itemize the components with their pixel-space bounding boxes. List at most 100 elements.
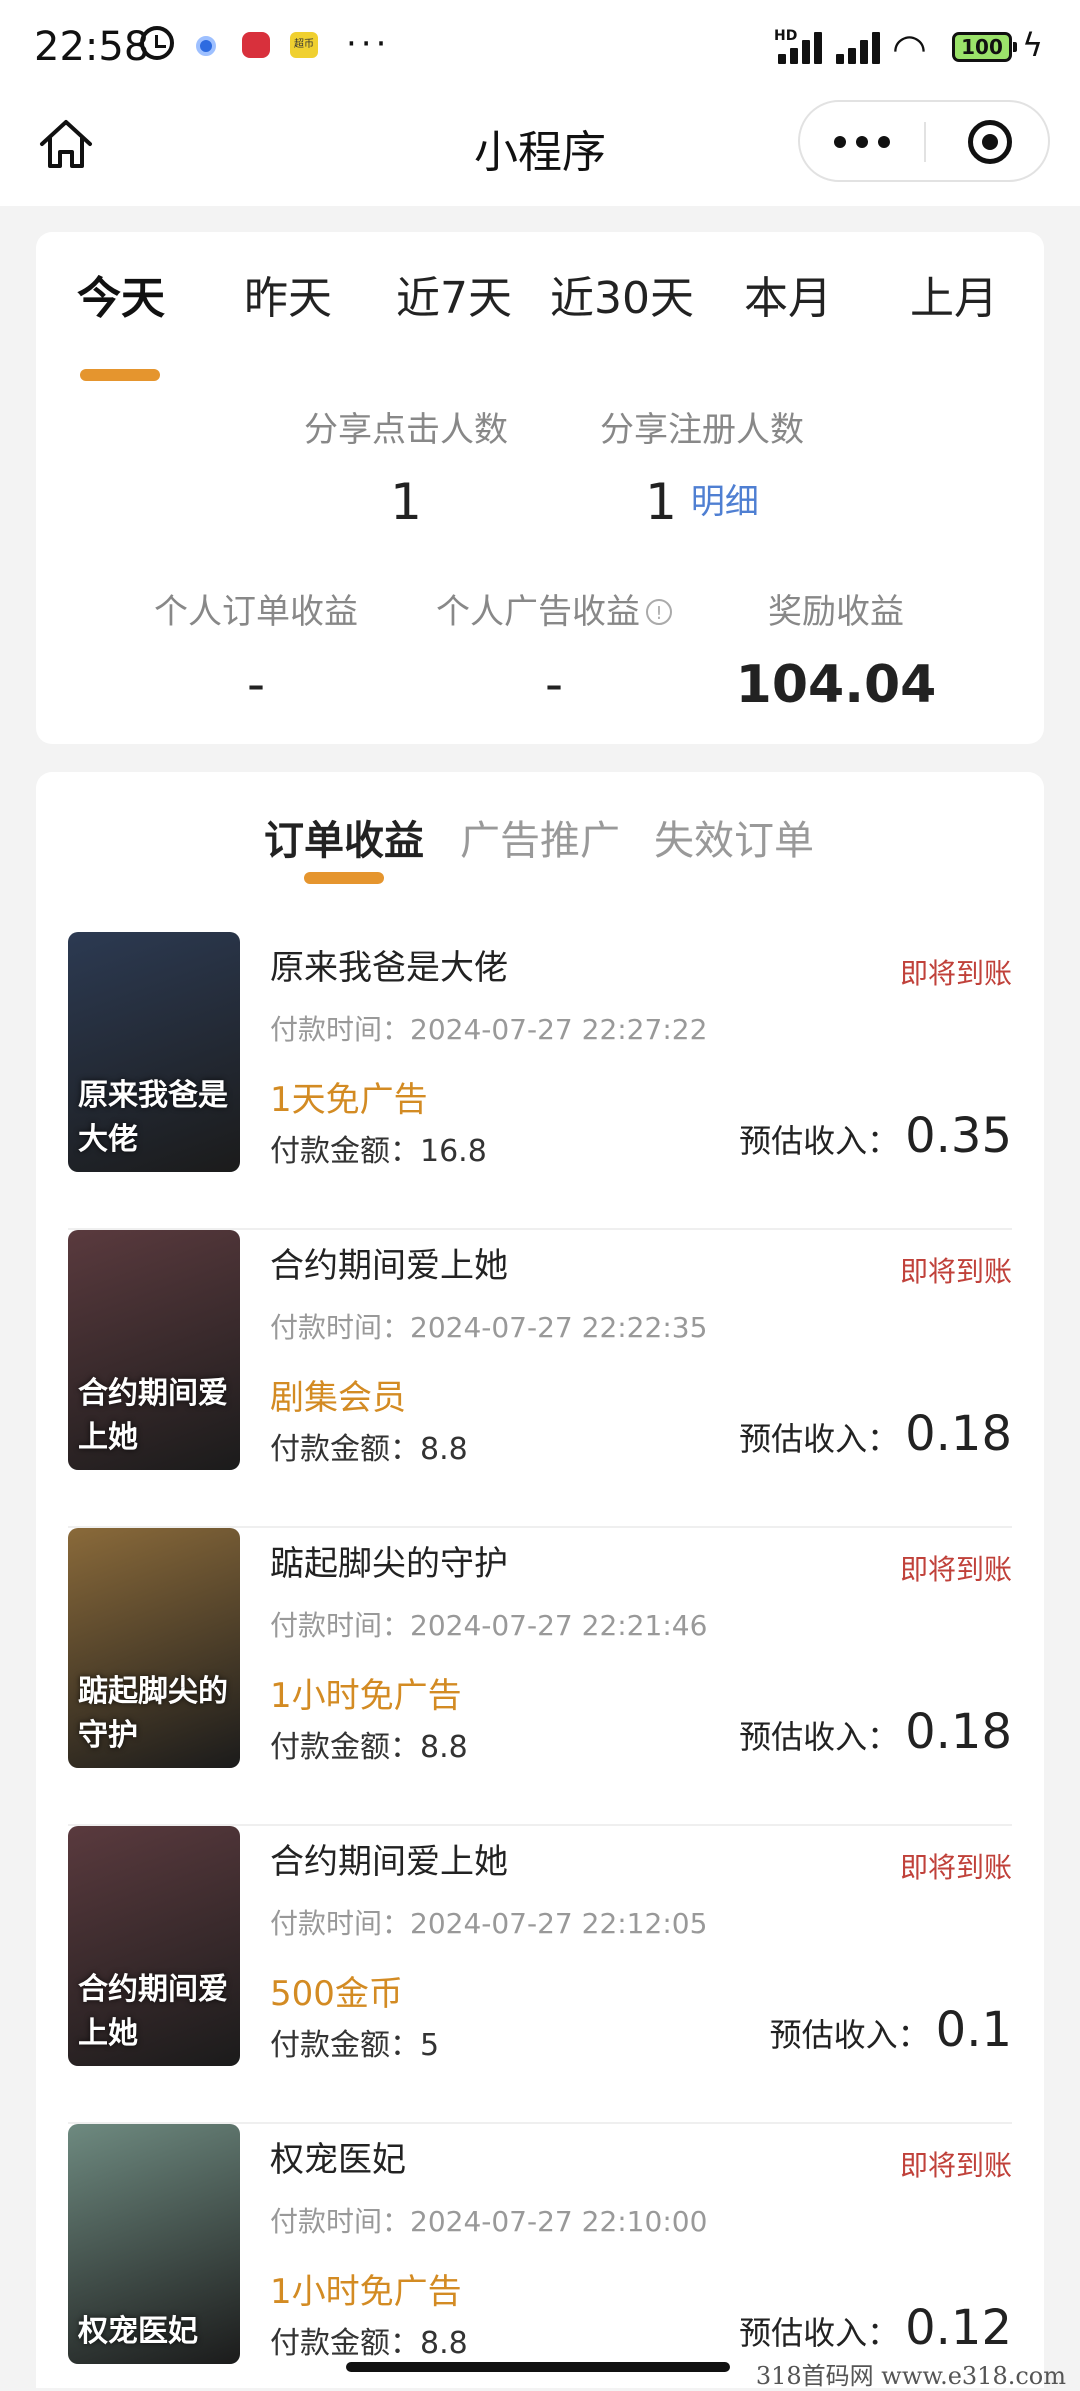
- detail-link[interactable]: 明细: [691, 482, 759, 522]
- share-click-stat: 分享点击人数 1: [286, 402, 526, 531]
- tab-last-month[interactable]: 上月: [874, 262, 1034, 326]
- tab-today[interactable]: 今天: [41, 262, 201, 326]
- estimated-income-value: 0.12: [905, 2300, 1012, 2356]
- personal-order-stat: 个人订单收益 -: [136, 584, 376, 713]
- estimated-income: 预估收入： 0.18: [739, 1704, 1012, 1760]
- share-register-value: 1: [645, 473, 677, 531]
- payment-time: 付款时间：2024-07-27 22:12:05: [270, 1907, 708, 1940]
- reward-value: 104.04: [735, 655, 937, 715]
- poster-title: 合约期间爱上她: [78, 1376, 228, 1455]
- estimated-income-label: 预估收入：: [739, 1122, 900, 1160]
- drama-poster[interactable]: 权宠医妃: [68, 2124, 240, 2364]
- estimated-income-label: 预估收入：: [739, 1420, 900, 1458]
- order-status: 即将到账: [899, 2149, 1012, 2182]
- payment-amount: 付款金额：16.8: [270, 1134, 487, 1169]
- drama-poster[interactable]: 踮起脚尖的守护: [68, 1528, 240, 1768]
- order-item[interactable]: 合约期间爱上她 合约期间爱上她 即将到账 付款时间：2024-07-27 22:12:…: [36, 1826, 1044, 2124]
- nav-bar: 小程序: [0, 96, 1080, 206]
- estimated-income-label: 预估收入：: [739, 2314, 900, 2352]
- drama-poster[interactable]: 合约期间爱上她: [68, 1826, 240, 2066]
- more-notifications-icon: ···: [346, 24, 391, 64]
- tab-yesterday[interactable]: 昨天: [208, 262, 368, 326]
- close-miniprogram-button[interactable]: [968, 120, 1012, 164]
- order-status: 即将到账: [899, 1553, 1012, 1586]
- product-tag: 剧集会员: [270, 1378, 406, 1418]
- tab-last-7-days[interactable]: 近7天: [374, 262, 534, 326]
- tab-order-earnings[interactable]: 订单收益: [264, 808, 424, 866]
- estimated-income: 预估收入： 0.18: [739, 1406, 1012, 1462]
- reward-stat: 奖励收益 104.04: [716, 584, 956, 715]
- estimated-income: 预估收入： 0.1: [770, 2002, 1012, 2058]
- share-register-stat: 分享注册人数 1 明细: [582, 402, 822, 531]
- share-click-value: 1: [390, 473, 422, 531]
- order-item[interactable]: 踮起脚尖的守护 踮起脚尖的守护 即将到账 付款时间：2024-07-27 22:21:…: [36, 1528, 1044, 1826]
- payment-amount: 付款金额：5: [270, 2028, 440, 2063]
- tab-this-month[interactable]: 本月: [708, 262, 868, 326]
- tab-last-30-days[interactable]: 近30天: [542, 262, 702, 326]
- payment-time: 付款时间：2024-07-27 22:21:46: [270, 1609, 708, 1642]
- app-notification-icon: [196, 36, 216, 56]
- poster-title: 原来我爸是大佬: [78, 1078, 228, 1157]
- capsule-divider: [924, 122, 926, 162]
- tab-invalid-orders[interactable]: 失效订单: [654, 808, 814, 866]
- tab-ad-promotion[interactable]: 广告推广: [460, 808, 620, 866]
- order-item[interactable]: 合约期间爱上她 合约期间爱上她 即将到账 付款时间：2024-07-27 22:22:…: [36, 1230, 1044, 1528]
- battery-icon: 100: [952, 32, 1017, 62]
- status-bar: 22:58 超币 ··· HD ◠ 100 ϟ: [0, 0, 1080, 96]
- signal-icon: [778, 30, 830, 64]
- app-notification-icon: 超币: [290, 32, 318, 58]
- order-item[interactable]: 权宠医妃 权宠医妃 即将到账 付款时间：2024-07-27 22:10:00 1小时免…: [36, 2124, 1044, 2388]
- stats-card: 今天 昨天 近7天 近30天 本月 上月 分享点击人数 1 分享注册人数 1 明细…: [36, 232, 1044, 744]
- estimated-income-value: 0.18: [905, 1704, 1012, 1760]
- period-tabs: 今天 昨天 近7天 近30天 本月 上月: [36, 262, 1044, 381]
- order-tabs: 订单收益 广告推广 失效订单: [36, 808, 1044, 888]
- personal-order-value: -: [246, 655, 266, 713]
- poster-title: 合约期间爱上她: [78, 1972, 228, 2051]
- miniprogram-capsule: [798, 100, 1050, 182]
- payment-amount: 付款金额：8.8: [270, 1432, 468, 1467]
- estimated-income-value: 0.18: [905, 1406, 1012, 1462]
- product-tag: 1天免广告: [270, 1080, 428, 1120]
- product-tag: 500金币: [270, 1974, 403, 2014]
- drama-poster[interactable]: 合约期间爱上她: [68, 1230, 240, 1470]
- app-notification-icon: [242, 32, 270, 58]
- active-order-tab-indicator: [304, 872, 384, 884]
- estimated-income-value: 0.35: [905, 1108, 1012, 1164]
- more-menu-button[interactable]: [800, 102, 924, 180]
- poster-title: 踮起脚尖的守护: [78, 1674, 228, 1753]
- estimated-income-value: 0.1: [935, 2002, 1012, 2058]
- order-title: 合约期间爱上她: [270, 1246, 508, 1286]
- estimated-income-label: 预估收入：: [769, 2016, 930, 2054]
- estimated-income-label: 预估收入：: [739, 1718, 900, 1756]
- reward-label: 奖励收益: [768, 592, 904, 632]
- orders-card: 订单收益 广告推广 失效订单 原来我爸是大佬 原来我爸是大佬 即将到账 付款时间：20…: [36, 772, 1044, 2388]
- product-tag: 1小时免广告: [270, 1676, 462, 1716]
- personal-ad-value: -: [544, 655, 564, 713]
- order-item[interactable]: 原来我爸是大佬 原来我爸是大佬 即将到账 付款时间：2024-07-27 22:27:…: [36, 932, 1044, 1230]
- order-status: 即将到账: [899, 1255, 1012, 1288]
- personal-ad-label: 个人广告收益: [436, 592, 640, 632]
- personal-ad-stat: 个人广告收益! -: [414, 584, 694, 713]
- active-tab-indicator: [80, 369, 160, 381]
- charging-icon: ϟ: [1022, 26, 1044, 64]
- share-register-label: 分享注册人数: [600, 410, 804, 450]
- order-status: 即将到账: [899, 1851, 1012, 1884]
- home-indicator[interactable]: [346, 2362, 730, 2372]
- status-time: 22:58: [34, 24, 150, 70]
- estimated-income: 预估收入： 0.35: [739, 1108, 1012, 1164]
- order-title: 原来我爸是大佬: [270, 948, 508, 988]
- drama-poster[interactable]: 原来我爸是大佬: [68, 932, 240, 1172]
- signal-icon: [836, 30, 888, 64]
- wifi-icon: ◠: [892, 26, 927, 72]
- payment-time: 付款时间：2024-07-27 22:10:00: [270, 2205, 708, 2238]
- alarm-icon: [140, 26, 174, 60]
- payment-time: 付款时间：2024-07-27 22:22:35: [270, 1311, 708, 1344]
- share-click-label: 分享点击人数: [304, 410, 508, 450]
- product-tag: 1小时免广告: [270, 2272, 462, 2312]
- estimated-income: 预估收入： 0.12: [739, 2300, 1012, 2356]
- order-status: 即将到账: [899, 957, 1012, 990]
- personal-order-label: 个人订单收益: [154, 592, 358, 632]
- watermark: 318首码网 www.e318.com: [755, 2362, 1066, 2390]
- payment-time: 付款时间：2024-07-27 22:27:22: [270, 1013, 708, 1046]
- info-icon[interactable]: !: [646, 599, 672, 625]
